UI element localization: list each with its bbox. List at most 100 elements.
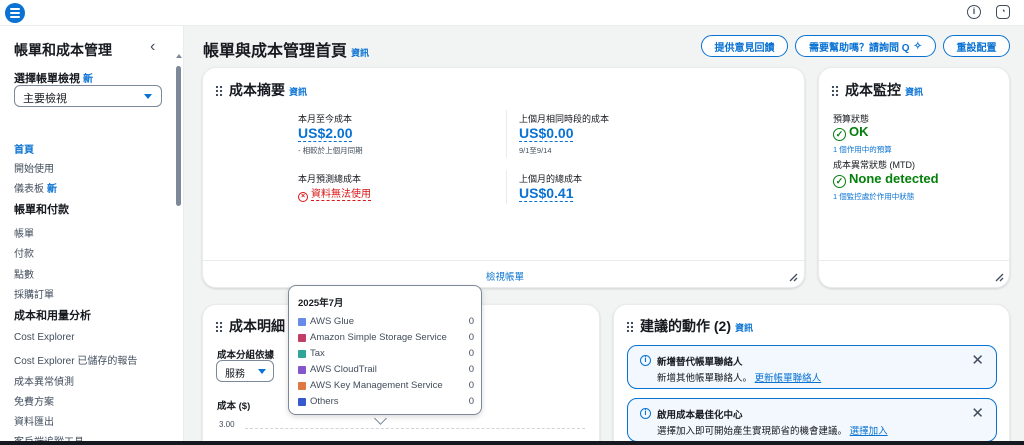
caret-down-icon — [258, 369, 266, 374]
card-footer-divider — [819, 260, 1009, 261]
sidebar-item-data-exports[interactable]: 資料匯出 — [14, 413, 54, 428]
drag-handle-icon[interactable] — [626, 321, 634, 332]
sidebar-item-dashboard[interactable]: 儀表板新 — [14, 180, 57, 195]
alert-body: 新增其他帳單聯絡人。 更新帳單聯絡人 — [657, 373, 822, 384]
sidebar-item-bills[interactable]: 帳單 — [14, 225, 34, 240]
sidebar-item-cost-explorer[interactable]: Cost Explorer — [14, 332, 75, 343]
tooltip-service-name: AWS CloudTrail — [310, 364, 377, 375]
page-title: 帳單與成本管理首頁 資訊 — [203, 43, 370, 60]
resize-handle-icon[interactable] — [995, 271, 1004, 282]
cost-monitor-card: 成本監控 資訊 預算狀態 ✓ OK 1 個作用中的預算 成本異常狀態 (MTD) ✓… — [818, 67, 1010, 288]
info-link[interactable]: 資訊 — [351, 48, 369, 58]
divider — [506, 170, 507, 204]
y-axis-tick: 3.00 — [219, 420, 235, 429]
alert-title: 啟用成本最佳化中心 — [657, 410, 743, 421]
close-icon[interactable]: ✕ — [971, 351, 984, 369]
budget-status-value: ✓ OK — [833, 124, 869, 141]
alert-billing-contact: i 新增替代帳單聯絡人 新增其他帳單聯絡人。 更新帳單聯絡人 ✕ — [627, 345, 997, 389]
mtd-cost-label: 本月至今成本 — [298, 114, 353, 124]
sidebar-scrollbar[interactable] — [176, 54, 182, 445]
sidebar-item-getting-started[interactable]: 開始使用 — [14, 160, 54, 175]
last-month-total-value[interactable]: US$0.41 — [519, 185, 574, 202]
legend-swatch — [298, 382, 306, 390]
info-link[interactable]: 資訊 — [735, 323, 753, 333]
info-link[interactable]: 資訊 — [905, 87, 923, 97]
cost-monitor-title: 成本監控 資訊 — [831, 80, 923, 100]
tooltip-service-name: AWS Glue — [310, 316, 354, 327]
chart-gridline — [245, 428, 585, 429]
sidebar-item-payments[interactable]: 付款 — [14, 245, 34, 260]
y-axis-label: 成本 ($) — [217, 401, 251, 412]
sidebar-item-credits[interactable]: 點數 — [14, 266, 34, 281]
update-billing-contact-link[interactable]: 更新帳單聯絡人 — [755, 373, 822, 384]
sidebar-item-home[interactable]: 首頁 — [14, 141, 34, 156]
card-footer-divider — [203, 260, 804, 261]
menu-icon[interactable] — [5, 3, 25, 23]
info-icon: i — [640, 355, 651, 366]
feedback-button[interactable]: 提供意見回饋 — [701, 35, 788, 57]
tooltip-service-name: AWS Key Management Service — [310, 380, 443, 391]
sidebar-item-saved-reports[interactable]: Cost Explorer 已儲存的報告 — [14, 352, 137, 367]
window-bottom-edge — [0, 441, 1024, 445]
cost-summary-title: 成本摘要 資訊 — [215, 80, 307, 100]
info-icon: i — [640, 408, 651, 419]
sidebar-item-free-tier[interactable]: 免費方案 — [14, 393, 54, 408]
caret-down-icon — [144, 94, 152, 99]
last-month-same-period-note: 9/1至9/14 — [519, 146, 552, 155]
drag-handle-icon[interactable] — [831, 85, 839, 96]
scroll-up-icon[interactable] — [176, 54, 182, 58]
last-month-same-period-value[interactable]: US$0.00 — [519, 125, 574, 142]
close-icon[interactable]: ✕ — [971, 404, 984, 422]
tooltip-service-value: 0 — [468, 348, 474, 359]
tooltip-service-name: Tax — [310, 348, 325, 359]
active-monitors-link[interactable]: 1 個監控處於作用中狀態 — [833, 191, 914, 202]
legend-swatch — [298, 334, 306, 342]
anomaly-status-value: ✓ None detected — [833, 171, 939, 188]
settings-icon[interactable]: ◔ — [996, 5, 1010, 19]
sidebar-item-anomaly-detection[interactable]: 成本異常偵測 — [14, 373, 74, 388]
group-by-select[interactable]: 服務 — [216, 360, 274, 382]
reset-layout-button[interactable]: 重設配置 — [943, 35, 1010, 57]
last-month-same-period-label: 上個月相同時段的成本 — [519, 114, 610, 124]
mtd-cost-note: - 相較於上個月同期 — [298, 146, 363, 155]
resize-handle-icon[interactable] — [789, 271, 798, 282]
drag-handle-icon[interactable] — [215, 85, 223, 96]
tooltip-service-name: Amazon Simple Storage Service — [310, 332, 447, 343]
mtd-cost-value[interactable]: US$2.00 — [298, 125, 353, 142]
info-link[interactable]: 資訊 — [289, 87, 307, 97]
view-bills-link[interactable]: 檢視帳單 — [486, 269, 524, 283]
alert-body: 選擇加入即可開始產生實現節省的機會建議。 選擇加入 — [657, 426, 888, 437]
ask-q-button[interactable]: 需要幫助嗎？請詢問 Q ✧ — [795, 35, 936, 57]
tooltip-row: AWS CloudTrail 0 — [298, 364, 474, 378]
alert-cost-optimization: i 啟用成本最佳化中心 選擇加入即可開始產生實現節省的機會建議。 選擇加入 ✕ — [627, 398, 997, 442]
tooltip-service-value: 0 — [468, 396, 474, 407]
new-badge: 新 — [47, 184, 57, 195]
tooltip-service-value: 0 — [468, 380, 474, 391]
sidebar-section-billing: 帳單和付款 — [14, 204, 69, 216]
last-month-total-label: 上個月的總成本 — [519, 174, 583, 184]
tooltip-title: 2025年7月 — [298, 298, 344, 309]
sidebar-item-purchase-orders[interactable]: 採購訂單 — [14, 286, 54, 301]
billing-view-select[interactable]: 主要檢視 — [14, 85, 162, 107]
tooltip-service-value: 0 — [468, 316, 474, 327]
error-icon: × — [298, 192, 308, 202]
legend-swatch — [298, 350, 306, 358]
tooltip-service-value: 0 — [468, 364, 474, 375]
drag-handle-icon[interactable] — [215, 321, 223, 332]
tooltip-row: Others 0 — [298, 396, 474, 410]
help-icon[interactable]: i — [967, 5, 981, 19]
tooltip-row: Amazon Simple Storage Service 0 — [298, 332, 474, 346]
active-budgets-link[interactable]: 1 個作用中的預算 — [833, 144, 892, 155]
chart-tooltip: 2025年7月 AWS Glue 0 Amazon Simple Storage S… — [288, 285, 482, 415]
divider — [506, 110, 507, 158]
opt-in-link[interactable]: 選擇加入 — [850, 426, 888, 437]
alert-title: 新增替代帳單聯絡人 — [657, 357, 743, 368]
sparkle-icon: ✧ — [913, 40, 922, 52]
check-circle-icon: ✓ — [833, 128, 846, 141]
tooltip-row: AWS Key Management Service 0 — [298, 380, 474, 394]
scrollbar-thumb[interactable] — [176, 66, 181, 206]
sidebar: 帳單和成本管理 ‹ 選擇帳單檢視新 主要檢視 首頁 開始使用 儀表板新 帳單和付… — [0, 26, 184, 445]
collapse-sidebar-icon[interactable]: ‹ — [150, 38, 155, 56]
legend-swatch — [298, 318, 306, 326]
recommended-actions-title: 建議的動作 (2) 資訊 — [626, 316, 753, 336]
